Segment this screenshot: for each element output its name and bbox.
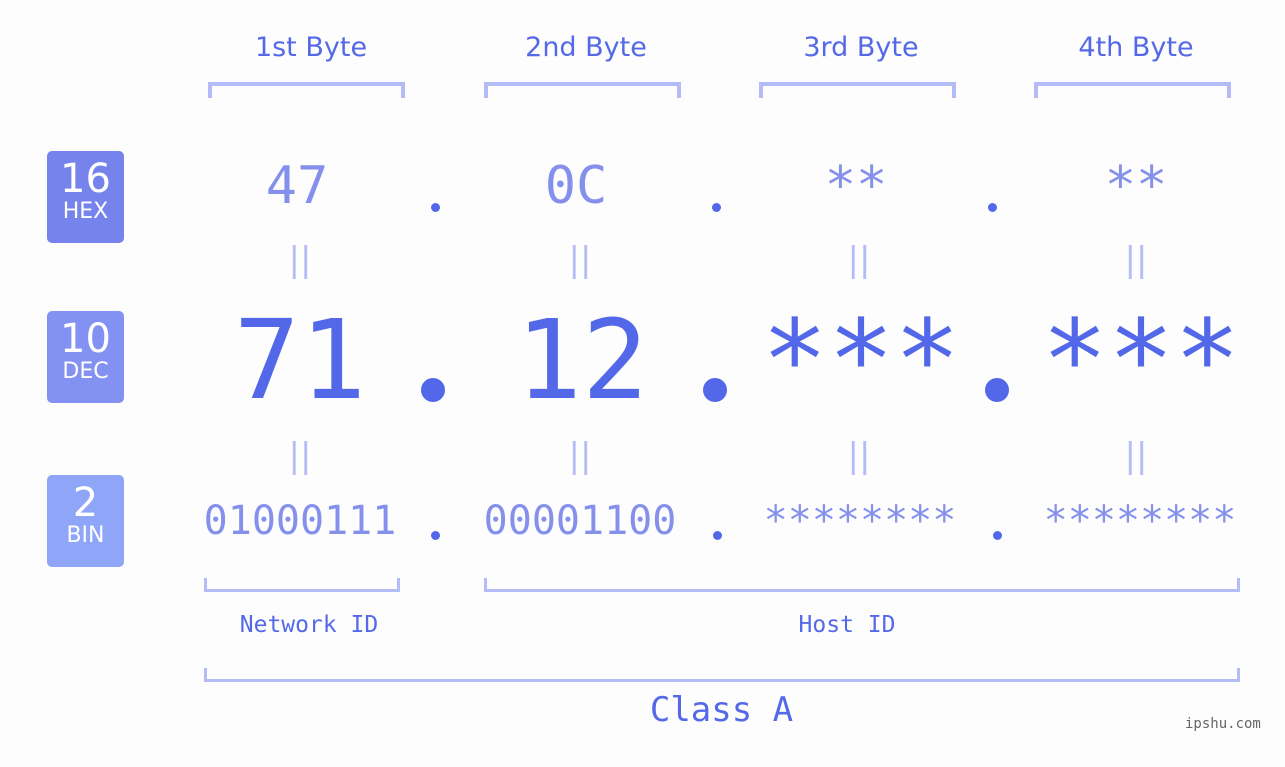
host-id-bracket <box>484 578 1240 592</box>
equals-sign: || <box>847 240 871 280</box>
bin-separator-dot-1 <box>431 531 440 540</box>
hex-separator-dot-1 <box>431 203 440 212</box>
equals-sign: || <box>1124 240 1148 280</box>
dec-separator-dot-2 <box>703 378 727 402</box>
byte-header-4: 4th Byte <box>1078 32 1194 63</box>
dec-separator-dot-1 <box>421 378 445 402</box>
byte-header-1: 1st Byte <box>254 32 368 63</box>
network-id-bracket <box>204 578 400 592</box>
equals-sign: || <box>288 436 312 476</box>
equals-sign: || <box>568 436 592 476</box>
hex-byte-3: ** <box>824 156 888 216</box>
dec-byte-1: 71 <box>233 296 367 424</box>
bin-base-number: 2 <box>72 480 99 526</box>
dec-base-number: 10 <box>60 316 111 362</box>
dec-byte-4: *** <box>1041 296 1241 424</box>
equals-sign: || <box>1124 436 1148 476</box>
bin-separator-dot-3 <box>993 531 1002 540</box>
bin-byte-1: 01000111 <box>203 498 397 544</box>
equals-sign: || <box>568 240 592 280</box>
byte-header-3: 3rd Byte <box>803 32 919 63</box>
bin-byte-2: 00001100 <box>483 498 677 544</box>
bin-separator-dot-2 <box>713 531 722 540</box>
bin-byte-4: ******** <box>1043 498 1237 544</box>
byte-bracket-1 <box>208 82 405 98</box>
equals-sign: || <box>288 240 312 280</box>
byte-bracket-3 <box>759 82 956 98</box>
network-id-label: Network ID <box>239 612 379 638</box>
bin-byte-3: ******** <box>763 498 957 544</box>
hex-byte-2: 0C <box>544 156 608 216</box>
bin-badge: 2 BIN <box>47 475 124 567</box>
hex-separator-dot-2 <box>712 203 721 212</box>
byte-bracket-2 <box>484 82 681 98</box>
hex-byte-4: ** <box>1104 156 1168 216</box>
byte-header-2: 2nd Byte <box>525 32 647 63</box>
watermark: ipshu.com <box>1185 716 1261 732</box>
bin-base-label: BIN <box>66 523 105 548</box>
dec-byte-2: 12 <box>515 296 649 424</box>
dec-byte-3: *** <box>761 296 961 424</box>
hex-separator-dot-3 <box>988 203 997 212</box>
dec-base-label: DEC <box>62 359 109 384</box>
class-label: Class A <box>649 690 794 730</box>
hex-byte-1: 47 <box>265 156 329 216</box>
hex-base-label: HEX <box>62 199 109 224</box>
equals-sign: || <box>847 436 871 476</box>
dec-separator-dot-3 <box>985 378 1009 402</box>
class-bracket <box>204 668 1240 682</box>
host-id-label: Host ID <box>798 612 896 638</box>
byte-bracket-4 <box>1034 82 1231 98</box>
hex-badge: 16 HEX <box>47 151 124 243</box>
hex-base-number: 16 <box>60 156 111 202</box>
dec-badge: 10 DEC <box>47 311 124 403</box>
